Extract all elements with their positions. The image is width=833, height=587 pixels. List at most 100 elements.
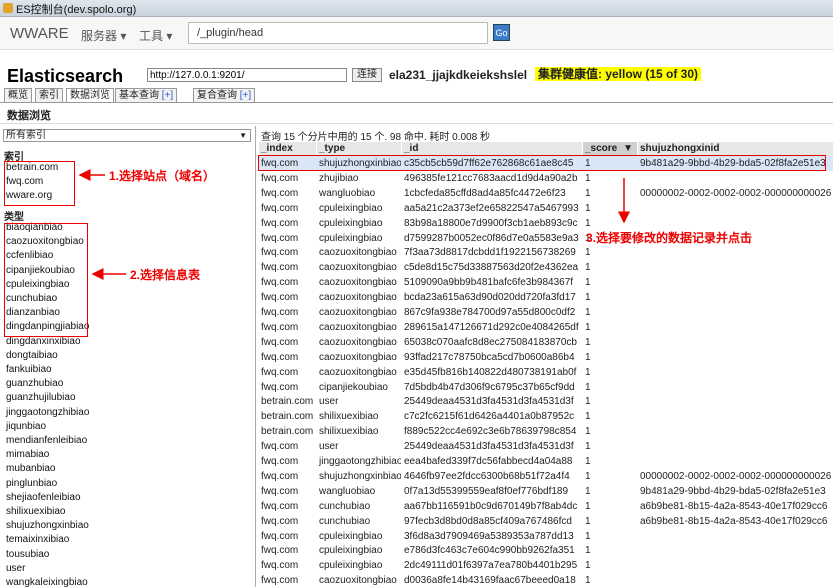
type-item[interactable]: wangkaleixingbiao: [6, 576, 88, 587]
table-row[interactable]: fwq.com cpuleixingbiao 3f6d8a3d7909469a538…: [258, 529, 833, 544]
type-item[interactable]: fankuibiao: [6, 363, 52, 377]
table-cell: fwq.com: [261, 247, 299, 259]
column-header[interactable]: _index: [259, 142, 316, 156]
table-row[interactable]: fwq.com jinggaotongzhibiao eea4bafed339f7d…: [258, 454, 833, 469]
tab-basic-query[interactable]: 基本查询 [+]: [115, 88, 178, 103]
tab-overview[interactable]: 概览: [4, 88, 32, 103]
type-item[interactable]: jinggaotongzhibiao: [6, 406, 89, 420]
table-cell: betrain.com: [261, 411, 314, 423]
column-header[interactable]: _type: [317, 142, 401, 156]
table-cell: shilixuexibiao: [319, 426, 379, 438]
type-item[interactable]: mubanbiao: [6, 462, 55, 476]
cluster-name: ela231_jjajkdkeiekshslel: [389, 68, 528, 82]
table-row[interactable]: fwq.com caozuoxitongbiao bcda23a615a63d90d…: [258, 290, 833, 305]
table-cell: shilixuexibiao: [319, 411, 379, 423]
tools-menu[interactable]: 工具 ▾: [139, 27, 172, 44]
tab-label: 数据浏览: [70, 90, 110, 101]
table-cell: 1: [585, 336, 591, 348]
tab-compound-query[interactable]: 复合查询 [+]: [193, 88, 256, 103]
tab-data-browser[interactable]: 数据浏览: [66, 88, 114, 103]
table-cell: fwq.com: [261, 187, 299, 199]
type-item[interactable]: dongtaibiao: [6, 349, 58, 363]
type-item[interactable]: temaixinxibiao: [6, 533, 69, 547]
table-cell: fwq.com: [261, 202, 299, 214]
table-cell: [640, 365, 833, 380]
table-cell: a6b9be81-8b15-4a2a-8543-40e17f029cc6: [640, 515, 828, 527]
table-cell: fwq.com: [261, 485, 299, 497]
table-row[interactable]: fwq.com cipanjiekoubiao 7d5bdb4b47d306f9c6…: [258, 380, 833, 395]
index-select[interactable]: 所有索引 ▼: [3, 129, 251, 142]
table-cell: cunchubiao: [319, 500, 371, 512]
table-row[interactable]: fwq.com cpuleixingbiao 2dc49111d01f6397a7e…: [258, 558, 833, 573]
table-cell: 1: [585, 485, 591, 497]
table-row[interactable]: fwq.com caozuoxitongbiao 289615a147126671d…: [258, 320, 833, 335]
table-row[interactable]: fwq.com cpuleixingbiao aa5a21c2a373ef2e658…: [258, 201, 833, 216]
table-cell: 1: [585, 321, 591, 333]
table-row[interactable]: fwq.com cpuleixingbiao e786d3fc463c7e604c9…: [258, 543, 833, 558]
type-item[interactable]: user: [6, 562, 25, 576]
cluster-health-badge: 集群健康值: yellow (15 of 30): [535, 67, 702, 81]
table-cell: 1: [585, 366, 591, 378]
type-item[interactable]: shilixuexibiao: [6, 505, 65, 519]
brand-logo[interactable]: WWARE: [10, 25, 69, 42]
servers-menu[interactable]: 服务器 ▾: [81, 27, 126, 44]
table-row[interactable]: fwq.com caozuoxitongbiao c5de8d15c75d33887…: [258, 260, 833, 275]
table-cell: aa5a21c2a373ef2e65822547a5467993: [404, 202, 579, 214]
type-item[interactable]: guanzhubiao: [6, 377, 63, 391]
type-item[interactable]: tousubiao: [6, 548, 49, 562]
type-item[interactable]: pinglunbiao: [6, 477, 57, 491]
table-row[interactable]: fwq.com shujuzhongxinbiao 4646fb97ee2fdcc6…: [258, 469, 833, 484]
table-row[interactable]: fwq.com caozuoxitongbiao 93ffad217c78750bc…: [258, 350, 833, 365]
table-row[interactable]: fwq.com cunchubiao aa67bb116591b0c9d670149…: [258, 499, 833, 514]
table-cell: zhujibiao: [319, 172, 359, 184]
table-cell: 93ffad217c78750bca5cd7b0600a86b4: [404, 351, 575, 363]
table-cell: fwq.com: [261, 515, 299, 527]
table-row[interactable]: fwq.com cunchubiao 97fecb3d8bd0d8a85cf409a…: [258, 514, 833, 529]
table-row[interactable]: fwq.com caozuoxitongbiao e35d45fb816b14082…: [258, 365, 833, 380]
table-row[interactable]: fwq.com zhujibiao 496385fe121cc7683aacd1d9…: [258, 171, 833, 186]
table-cell: d7599287b0052ec0f86d7e0a5583e9a3: [404, 232, 579, 244]
table-cell: caozuoxitongbiao: [319, 366, 397, 378]
table-cell: 1: [585, 456, 591, 467]
table-cell: [640, 245, 833, 260]
table-cell: 1: [585, 381, 591, 393]
type-item[interactable]: mendianfenleibiao: [6, 434, 87, 448]
type-item[interactable]: shujuzhongxinbiao: [6, 519, 89, 533]
cluster-url-input[interactable]: [147, 68, 347, 82]
table-cell: [640, 275, 833, 290]
table-cell: user: [319, 396, 339, 408]
go-button[interactable]: Go: [493, 24, 510, 41]
table-cell: caozuoxitongbiao: [319, 262, 397, 274]
table-row[interactable]: betrain.com shilixuexibiao f889c522cc4e692…: [258, 424, 833, 439]
tab-indices[interactable]: 索引: [35, 88, 63, 103]
table-cell: cpuleixingbiao: [319, 217, 383, 229]
table-row[interactable]: fwq.com caozuoxitongbiao 65038c070aafc8d8e…: [258, 335, 833, 350]
table-row[interactable]: fwq.com caozuoxitongbiao 5109090a9bb9b481b…: [258, 275, 833, 290]
type-item[interactable]: guanzhujilubiao: [6, 391, 76, 405]
table-row[interactable]: fwq.com user 25449deaa4531d3fa4531d3fa4531…: [258, 439, 833, 454]
table-row[interactable]: fwq.com caozuoxitongbiao 867c9fa938e784700…: [258, 305, 833, 320]
table-row[interactable]: fwq.com caozuoxitongbiao 7f3aa73d8817dcbdd…: [258, 245, 833, 260]
column-header[interactable]: _score ▼: [583, 142, 637, 156]
table-cell: caozuoxitongbiao: [319, 336, 397, 348]
column-header[interactable]: shujuzhongxinid: [638, 142, 833, 156]
table-cell: fwq.com: [261, 307, 299, 318]
table-row[interactable]: fwq.com caozuoxitongbiao d0036a8fe14b43169…: [258, 573, 833, 587]
type-item[interactable]: mimabiao: [6, 448, 49, 462]
table-row[interactable]: fwq.com wangluobiao 1cbcfeda85cffd8ad4a85f…: [258, 186, 833, 201]
column-header[interactable]: _id: [402, 142, 582, 156]
table-cell: caozuoxitongbiao: [319, 292, 397, 304]
table-cell: betrain.com: [261, 426, 314, 438]
table-cell: 1: [585, 575, 591, 587]
table-row[interactable]: betrain.com shilixuexibiao c7c2fc6215f61d6…: [258, 409, 833, 424]
path-input[interactable]: [188, 22, 488, 44]
table-row[interactable]: fwq.com wangluobiao 0f7a13d55399559eaf8f0e…: [258, 484, 833, 499]
type-item[interactable]: shejiaofenleibiao: [6, 491, 81, 505]
table-row[interactable]: betrain.com user 25449deaa4531d3fa4531d3fa…: [258, 394, 833, 409]
type-item[interactable]: jiqunbiao: [6, 420, 46, 434]
sort-desc-icon: ▼: [623, 143, 633, 154]
connect-button[interactable]: 连接: [352, 68, 382, 82]
table-cell: [640, 454, 833, 469]
table-cell: d0036a8fe14b43169faac67beeed0a18: [404, 575, 576, 587]
table-cell: 1: [585, 307, 591, 318]
